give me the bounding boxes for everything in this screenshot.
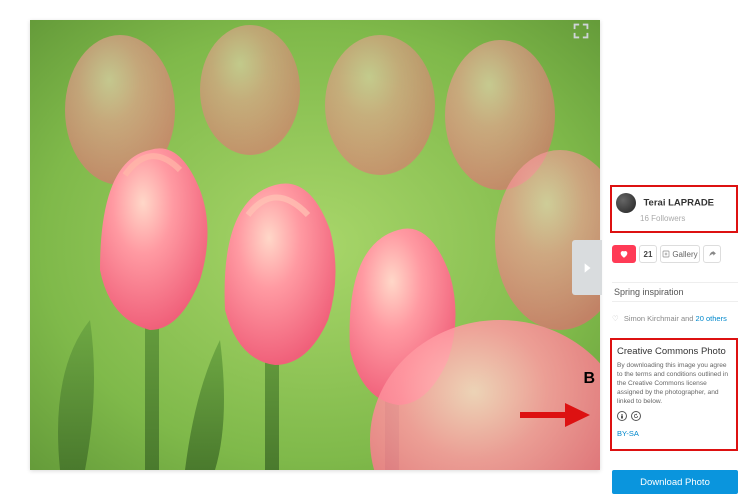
avatar[interactable] xyxy=(616,193,636,213)
action-row: 21 Gallery xyxy=(612,245,738,263)
plus-square-icon xyxy=(662,250,670,258)
download-button[interactable]: Download Photo xyxy=(612,470,738,494)
next-photo-button[interactable] xyxy=(572,240,602,295)
cc-sharealike-icon xyxy=(631,411,641,421)
cc-attribution-icon xyxy=(617,411,627,421)
sidebar: Terai LAPRADE 16 Followers 21 Gallery Sp… xyxy=(610,0,740,500)
cc-icons xyxy=(617,411,731,421)
like-count: 21 xyxy=(639,245,657,263)
photo-title: Spring inspiration xyxy=(614,287,736,297)
gallery-label: Gallery xyxy=(672,250,697,259)
cc-info-box: Creative Commons Photo By downloading th… xyxy=(610,338,738,451)
title-row: Spring inspiration xyxy=(612,282,738,302)
cc-license-link[interactable]: BY-SA xyxy=(617,429,639,438)
likers-row: ♡ Simon Kirchmair and 20 others xyxy=(612,312,738,329)
user-card: Terai LAPRADE 16 Followers xyxy=(610,185,738,233)
cc-description: By downloading this image you agree to t… xyxy=(617,362,731,406)
cc-title: Creative Commons Photo xyxy=(617,346,731,357)
others-link[interactable]: 20 others xyxy=(696,314,727,323)
annotation-label-b: B xyxy=(583,370,595,388)
user-name[interactable]: Terai LAPRADE xyxy=(643,198,714,209)
share-arrow-icon xyxy=(708,250,717,259)
heart-outline-icon: ♡ xyxy=(612,314,619,323)
annotation-arrow-right xyxy=(515,395,595,435)
liker-name[interactable]: Simon Kirchmair xyxy=(624,314,679,323)
share-button[interactable] xyxy=(703,245,721,263)
heart-icon xyxy=(619,249,629,259)
likers-connector: and xyxy=(681,314,694,323)
gallery-button[interactable]: Gallery xyxy=(660,245,700,263)
like-button[interactable] xyxy=(612,245,636,263)
followers-count: 16 Followers xyxy=(640,214,732,223)
expand-icon[interactable] xyxy=(570,20,592,42)
